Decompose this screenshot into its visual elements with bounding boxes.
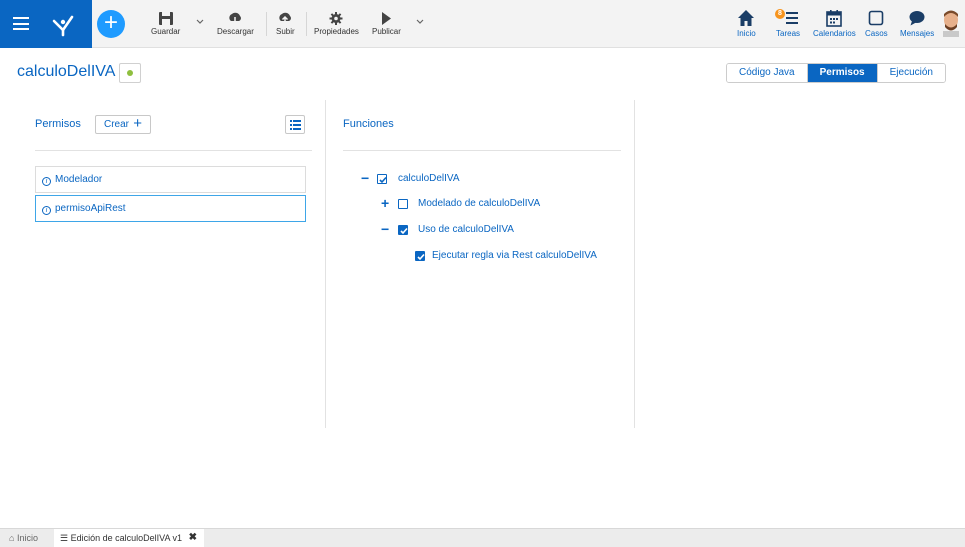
tree-node-uso: − Uso de calculoDelIVA	[381, 222, 601, 237]
app-logo-icon[interactable]	[50, 11, 76, 37]
close-icon[interactable]: ✖	[189, 532, 197, 543]
nav-calendars-label: Calendarios	[813, 29, 856, 38]
nav-messages-label: Mensajes	[900, 29, 935, 38]
info-icon: i	[42, 206, 51, 215]
divider	[343, 150, 621, 151]
save-dropdown-chevron-icon[interactable]	[196, 19, 204, 25]
top-toolbar: + Guardar Descargar Subir Propiedades Pu…	[0, 0, 965, 48]
toolbar-divider	[266, 12, 267, 36]
properties-button[interactable]: Propiedades	[314, 11, 359, 36]
create-permission-button[interactable]: Crear +	[95, 115, 151, 134]
tree-checkbox[interactable]	[398, 225, 408, 235]
permission-item-permisoapirest[interactable]: i permisoApiRest	[35, 195, 306, 222]
cloud-download-icon	[229, 12, 242, 26]
calendar-icon	[826, 10, 843, 27]
divider	[35, 150, 312, 151]
info-icon: i	[42, 177, 51, 186]
tab-permissions[interactable]: Permisos	[806, 64, 877, 82]
download-label: Descargar	[217, 27, 254, 36]
functions-title: Funciones	[343, 118, 394, 130]
nav-tasks[interactable]: 8 Tareas	[775, 9, 801, 38]
hamburger-menu-icon[interactable]	[13, 17, 29, 30]
permission-item-label: permisoApiRest	[55, 203, 126, 214]
tree-checkbox[interactable]	[377, 174, 387, 184]
tree-node-label: Ejecutar regla via Rest calculoDelIVA	[432, 250, 597, 261]
tab-java-code[interactable]: Código Java	[727, 64, 807, 82]
panel-divider	[634, 100, 635, 428]
play-icon	[382, 12, 392, 25]
upload-label: Subir	[276, 27, 295, 36]
checkmark-icon	[400, 227, 408, 235]
bottom-home-link[interactable]: ⌂ Inicio	[9, 533, 38, 543]
nav-calendars[interactable]: Calendarios	[813, 9, 856, 38]
nav-cases-label: Casos	[865, 29, 888, 38]
tree-node-ejecutar: Ejecutar regla via Rest calculoDelIVA	[413, 249, 633, 263]
nav-home-label: Inicio	[737, 29, 756, 38]
tree-checkbox[interactable]	[398, 199, 408, 209]
permission-item-modelador[interactable]: i Modelador	[35, 166, 306, 193]
gear-icon	[329, 12, 343, 25]
properties-label: Propiedades	[314, 27, 359, 36]
tree-checkbox[interactable]	[415, 251, 425, 261]
permissions-title: Permisos	[35, 118, 81, 130]
checkmark-icon	[379, 176, 387, 184]
view-tabs: Código Java Permisos Ejecución	[726, 63, 946, 83]
tab-execution[interactable]: Ejecución	[876, 64, 945, 82]
open-document-tab[interactable]: ☰ Edición de calculoDelIVA v1 ✖	[54, 529, 204, 547]
chat-bubble-icon	[909, 11, 925, 26]
home-icon: ⌂	[9, 533, 15, 543]
bottom-home-label: Inicio	[16, 533, 38, 543]
open-tab-label: Edición de calculoDelIVA v1	[70, 533, 182, 543]
list-view-button[interactable]	[285, 115, 305, 134]
collapse-icon[interactable]: −	[361, 171, 371, 185]
save-label: Guardar	[151, 27, 181, 36]
add-new-button[interactable]: +	[97, 10, 125, 38]
nav-tasks-label: Tareas	[776, 29, 801, 38]
publish-dropdown-chevron-icon[interactable]	[416, 19, 424, 25]
tree-node-modelado: + Modelado de calculoDelIVA	[381, 196, 601, 211]
tree-node-root: − calculoDelIVA	[361, 171, 561, 186]
user-avatar[interactable]	[940, 9, 962, 37]
list-icon	[290, 120, 301, 130]
tree-node-label: calculoDelIVA	[398, 173, 460, 184]
tree-node-label: Uso de calculoDelIVA	[418, 224, 514, 235]
permission-item-label: Modelador	[55, 174, 103, 185]
collapse-icon[interactable]: −	[381, 222, 391, 236]
upload-button[interactable]: Subir	[276, 11, 295, 36]
status-indicator[interactable]	[119, 63, 141, 83]
toolbar-divider	[306, 12, 307, 36]
tree-node-label: Modelado de calculoDelIVA	[418, 198, 541, 209]
plus-icon: +	[133, 115, 142, 132]
cloud-upload-icon	[279, 12, 292, 25]
page-title: calculoDelIVA	[17, 63, 116, 80]
publish-button[interactable]: Publicar	[372, 11, 401, 36]
home-icon	[738, 10, 755, 26]
floppy-disk-icon	[158, 12, 173, 25]
panel-divider	[325, 100, 326, 428]
expand-icon[interactable]: +	[381, 196, 391, 210]
bottom-tab-bar: ⌂ Inicio ☰ Edición de calculoDelIVA v1 ✖	[0, 528, 965, 547]
save-button[interactable]: Guardar	[151, 11, 180, 36]
publish-label: Publicar	[372, 27, 401, 36]
download-button[interactable]: Descargar	[217, 11, 254, 36]
nav-home[interactable]: Inicio	[737, 9, 756, 38]
checkmark-icon	[417, 253, 425, 261]
create-label: Crear	[104, 119, 130, 130]
status-dot	[127, 70, 133, 76]
nav-messages[interactable]: Mensajes	[900, 9, 934, 38]
nav-cases[interactable]: Casos	[865, 9, 888, 38]
document-list-icon: ☰	[60, 533, 69, 543]
brand-area	[0, 0, 92, 48]
tasks-badge: 8	[775, 9, 785, 19]
cases-square-icon	[869, 10, 884, 26]
